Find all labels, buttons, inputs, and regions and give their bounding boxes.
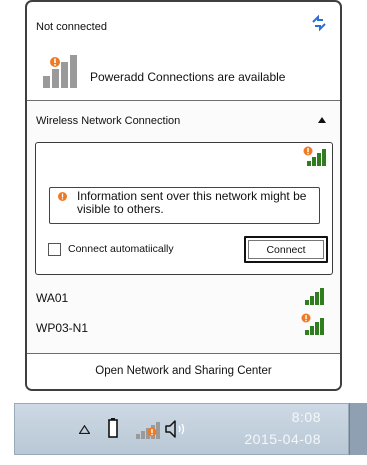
available-networks-icon (43, 55, 77, 88)
taskbar: 8:08 2015-04-08 (14, 403, 349, 455)
clock-date[interactable]: 2015-04-08 (225, 431, 321, 447)
connect-automatically-checkbox[interactable] (48, 243, 61, 256)
selected-network-card[interactable]: Information sent over this network might… (35, 142, 333, 275)
signal-bars-warning-icon (301, 313, 324, 335)
connect-automatically-label[interactable]: Connect automatiically (68, 243, 174, 255)
connection-status-title: Not connected (36, 21, 107, 33)
volume-icon[interactable] (165, 419, 191, 439)
network-item[interactable]: WP03-N1 (27, 313, 340, 343)
footer: Open Network and Sharing Center (27, 354, 340, 389)
clock-time[interactable]: 8:08 (251, 409, 321, 425)
refresh-icon[interactable] (309, 13, 329, 33)
network-list: Wireless Network Connection Information … (27, 101, 340, 353)
wireless-connection-header[interactable]: Wireless Network Connection (36, 115, 180, 127)
connections-available-text: Poweradd Connections are available (90, 70, 286, 84)
security-warning-text: Information sent over this network might… (77, 189, 307, 216)
show-desktop-button[interactable] (349, 403, 367, 455)
connect-button-label: Connect (248, 240, 324, 259)
battery-icon[interactable] (108, 418, 118, 438)
signal-bars-warning-icon (303, 146, 326, 166)
show-hidden-icons-icon[interactable] (79, 425, 90, 434)
collapse-arrow-icon[interactable] (318, 117, 326, 123)
network-warning-icon[interactable] (136, 422, 160, 439)
warning-icon (58, 192, 67, 201)
network-name: WP03-N1 (36, 321, 89, 335)
open-network-center-link[interactable]: Open Network and Sharing Center (27, 365, 340, 377)
connect-button[interactable]: Connect (244, 236, 328, 263)
connection-status-section: Not connected Poweradd Connections are a… (27, 2, 340, 100)
wifi-popup-panel: Not connected Poweradd Connections are a… (25, 0, 342, 391)
security-warning-box: Information sent over this network might… (49, 187, 320, 224)
network-item[interactable]: WA01 (27, 283, 340, 313)
signal-bars-icon (305, 288, 324, 305)
network-name: WA01 (36, 291, 69, 305)
